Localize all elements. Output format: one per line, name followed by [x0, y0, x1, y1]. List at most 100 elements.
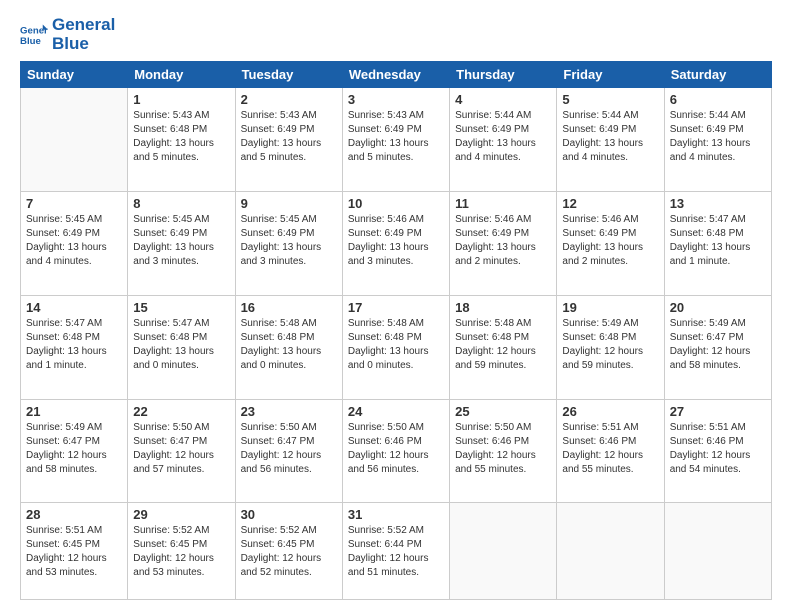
day-info: Sunrise: 5:44 AM Sunset: 6:49 PM Dayligh… [455, 109, 551, 165]
calendar-cell [664, 503, 771, 600]
calendar-cell: 29 Sunrise: 5:52 AM Sunset: 6:45 PM Dayli… [128, 503, 235, 600]
calendar-cell: 26Sunrise: 5:51 AM Sunset: 6:46 PM Dayli… [557, 399, 664, 503]
calendar-cell: 5 Sunrise: 5:44 AM Sunset: 6:49 PM Daylig… [557, 88, 664, 192]
calendar-cell: 15Sunrise: 5:47 AM Sunset: 6:48 PM Dayli… [128, 295, 235, 399]
logo-icon: General Blue [20, 21, 48, 49]
calendar-cell: 31Sunrise: 5:52 AM Sunset: 6:44 PM Dayli… [342, 503, 449, 600]
day-number: 7 [26, 196, 122, 211]
calendar-cell: 17 Sunrise: 5:48 AM Sunset: 6:48 PM Dayli… [342, 295, 449, 399]
calendar-cell: 25 Sunrise: 5:50 AM Sunset: 6:46 PM Dayli… [450, 399, 557, 503]
day-info: Sunrise: 5:49 AM Sunset: 6:47 PM Dayligh… [26, 421, 122, 477]
day-number: 10 [348, 196, 444, 211]
week-row-5: 28 Sunrise: 5:51 AM Sunset: 6:45 PM Dayli… [21, 503, 772, 600]
calendar-cell: 8 Sunrise: 5:45 AM Sunset: 6:49 PM Daylig… [128, 192, 235, 296]
day-number: 4 [455, 92, 551, 107]
day-number: 2 [241, 92, 337, 107]
day-info: Sunrise: 5:50 AM Sunset: 6:47 PM Dayligh… [241, 421, 337, 477]
day-number: 30 [241, 507, 337, 522]
day-info: Sunrise: 5:45 AM Sunset: 6:49 PM Dayligh… [26, 213, 122, 269]
calendar-cell: 9 Sunrise: 5:45 AM Sunset: 6:49 PM Daylig… [235, 192, 342, 296]
calendar-cell [450, 503, 557, 600]
calendar-cell: 18Sunrise: 5:48 AM Sunset: 6:48 PM Dayli… [450, 295, 557, 399]
day-number: 13 [670, 196, 766, 211]
week-row-4: 21 Sunrise: 5:49 AM Sunset: 6:47 PM Dayli… [21, 399, 772, 503]
day-number: 6 [670, 92, 766, 107]
header: General Blue GeneralBlue [20, 16, 772, 53]
day-info: Sunrise: 5:50 AM Sunset: 6:46 PM Dayligh… [455, 421, 551, 477]
day-info: Sunrise: 5:47 AM Sunset: 6:48 PM Dayligh… [133, 317, 229, 373]
day-number: 14 [26, 300, 122, 315]
calendar-cell: 3 Sunrise: 5:43 AM Sunset: 6:49 PM Daylig… [342, 88, 449, 192]
day-number: 1 [133, 92, 229, 107]
day-number: 24 [348, 404, 444, 419]
day-number: 27 [670, 404, 766, 419]
calendar-cell: 2 Sunrise: 5:43 AM Sunset: 6:49 PM Daylig… [235, 88, 342, 192]
day-info: Sunrise: 5:46 AM Sunset: 6:49 PM Dayligh… [348, 213, 444, 269]
day-info: Sunrise: 5:50 AM Sunset: 6:47 PM Dayligh… [133, 421, 229, 477]
day-number: 28 [26, 507, 122, 522]
day-info: Sunrise: 5:51 AM Sunset: 6:46 PM Dayligh… [670, 421, 766, 477]
calendar-cell: 11 Sunrise: 5:46 AM Sunset: 6:49 PM Dayli… [450, 192, 557, 296]
day-info: Sunrise: 5:47 AM Sunset: 6:48 PM Dayligh… [670, 213, 766, 269]
day-number: 23 [241, 404, 337, 419]
day-info: Sunrise: 5:43 AM Sunset: 6:49 PM Dayligh… [241, 109, 337, 165]
calendar-cell: 22 Sunrise: 5:50 AM Sunset: 6:47 PM Dayli… [128, 399, 235, 503]
calendar-cell: 24 Sunrise: 5:50 AM Sunset: 6:46 PM Dayli… [342, 399, 449, 503]
logo: General Blue GeneralBlue [20, 16, 115, 53]
week-row-2: 7 Sunrise: 5:45 AM Sunset: 6:49 PM Daylig… [21, 192, 772, 296]
calendar-cell: 7 Sunrise: 5:45 AM Sunset: 6:49 PM Daylig… [21, 192, 128, 296]
day-number: 25 [455, 404, 551, 419]
day-info: Sunrise: 5:45 AM Sunset: 6:49 PM Dayligh… [133, 213, 229, 269]
day-number: 3 [348, 92, 444, 107]
day-info: Sunrise: 5:43 AM Sunset: 6:49 PM Dayligh… [348, 109, 444, 165]
day-info: Sunrise: 5:49 AM Sunset: 6:48 PM Dayligh… [562, 317, 658, 373]
day-info: Sunrise: 5:44 AM Sunset: 6:49 PM Dayligh… [670, 109, 766, 165]
day-info: Sunrise: 5:43 AM Sunset: 6:48 PM Dayligh… [133, 109, 229, 165]
day-info: Sunrise: 5:44 AM Sunset: 6:49 PM Dayligh… [562, 109, 658, 165]
calendar-table: SundayMondayTuesdayWednesdayThursdayFrid… [20, 61, 772, 600]
day-info: Sunrise: 5:48 AM Sunset: 6:48 PM Dayligh… [348, 317, 444, 373]
calendar-cell: 27 Sunrise: 5:51 AM Sunset: 6:46 PM Dayli… [664, 399, 771, 503]
day-info: Sunrise: 5:52 AM Sunset: 6:45 PM Dayligh… [241, 524, 337, 580]
day-number: 12 [562, 196, 658, 211]
day-number: 8 [133, 196, 229, 211]
day-info: Sunrise: 5:52 AM Sunset: 6:44 PM Dayligh… [348, 524, 444, 580]
calendar-col-saturday: Saturday [664, 62, 771, 88]
day-number: 5 [562, 92, 658, 107]
calendar-col-thursday: Thursday [450, 62, 557, 88]
calendar-cell: 23 Sunrise: 5:50 AM Sunset: 6:47 PM Dayli… [235, 399, 342, 503]
calendar-col-friday: Friday [557, 62, 664, 88]
day-number: 16 [241, 300, 337, 315]
day-number: 17 [348, 300, 444, 315]
day-info: Sunrise: 5:48 AM Sunset: 6:48 PM Dayligh… [241, 317, 337, 373]
day-info: Sunrise: 5:52 AM Sunset: 6:45 PM Dayligh… [133, 524, 229, 580]
day-info: Sunrise: 5:48 AM Sunset: 6:48 PM Dayligh… [455, 317, 551, 373]
svg-text:Blue: Blue [20, 35, 41, 46]
day-info: Sunrise: 5:46 AM Sunset: 6:49 PM Dayligh… [455, 213, 551, 269]
calendar-cell: 1 Sunrise: 5:43 AM Sunset: 6:48 PM Daylig… [128, 88, 235, 192]
day-info: Sunrise: 5:46 AM Sunset: 6:49 PM Dayligh… [562, 213, 658, 269]
calendar-cell: 19 Sunrise: 5:49 AM Sunset: 6:48 PM Dayli… [557, 295, 664, 399]
day-number: 29 [133, 507, 229, 522]
calendar-col-monday: Monday [128, 62, 235, 88]
day-number: 21 [26, 404, 122, 419]
calendar-cell: 4 Sunrise: 5:44 AM Sunset: 6:49 PM Daylig… [450, 88, 557, 192]
day-info: Sunrise: 5:51 AM Sunset: 6:45 PM Dayligh… [26, 524, 122, 580]
day-info: Sunrise: 5:45 AM Sunset: 6:49 PM Dayligh… [241, 213, 337, 269]
calendar-cell: 20 Sunrise: 5:49 AM Sunset: 6:47 PM Dayli… [664, 295, 771, 399]
calendar-cell: 14Sunrise: 5:47 AM Sunset: 6:48 PM Dayli… [21, 295, 128, 399]
day-number: 19 [562, 300, 658, 315]
calendar-cell: 28 Sunrise: 5:51 AM Sunset: 6:45 PM Dayli… [21, 503, 128, 600]
calendar-col-wednesday: Wednesday [342, 62, 449, 88]
day-info: Sunrise: 5:50 AM Sunset: 6:46 PM Dayligh… [348, 421, 444, 477]
day-number: 9 [241, 196, 337, 211]
day-info: Sunrise: 5:49 AM Sunset: 6:47 PM Dayligh… [670, 317, 766, 373]
calendar-cell: 12 Sunrise: 5:46 AM Sunset: 6:49 PM Dayli… [557, 192, 664, 296]
week-row-3: 14 Sunrise: 5:47 AM Sunset: 6:48 PM Dayli… [21, 295, 772, 399]
day-number: 11 [455, 196, 551, 211]
calendar-cell [21, 88, 128, 192]
calendar-cell: 6 Sunrise: 5:44 AM Sunset: 6:49 PM Daylig… [664, 88, 771, 192]
calendar-col-tuesday: Tuesday [235, 62, 342, 88]
day-number: 20 [670, 300, 766, 315]
day-number: 22 [133, 404, 229, 419]
